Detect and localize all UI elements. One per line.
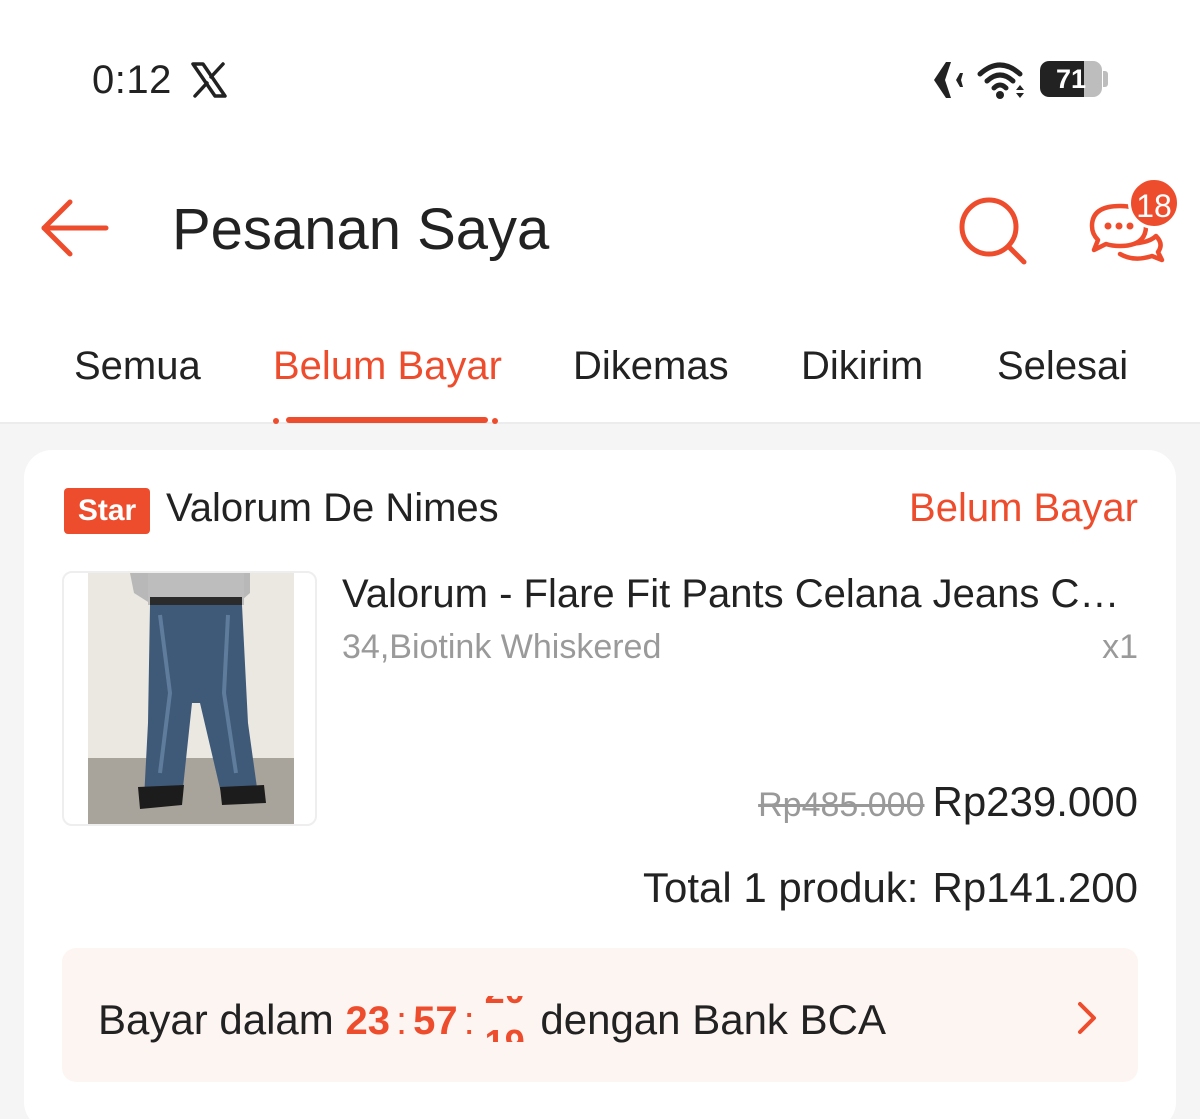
order-status: Belum Bayar bbox=[909, 486, 1138, 530]
chat-badge: 18 bbox=[1128, 177, 1180, 229]
price-original: Rp485.000 bbox=[758, 786, 925, 824]
back-arrow-icon[interactable] bbox=[38, 196, 110, 260]
chevron-right-icon[interactable] bbox=[1072, 998, 1100, 1038]
timer-seconds-prev: 20 bbox=[481, 996, 529, 1012]
timer-seconds: 2019 bbox=[481, 996, 529, 1042]
timer-seconds-next: 19 bbox=[481, 1022, 529, 1042]
timer-hours: 23 bbox=[345, 999, 390, 1043]
payment-timer: 23:57:2019 bbox=[345, 996, 529, 1043]
jeans-product-image bbox=[88, 573, 294, 824]
product-name[interactable]: Valorum - Flare Fit Pants Celana Jeans C… bbox=[342, 572, 1138, 617]
timer-separator: : bbox=[395, 999, 408, 1043]
total-label: Total 1 produk: bbox=[642, 864, 919, 911]
tab-dikirim[interactable]: Dikirim bbox=[801, 344, 923, 389]
payment-prefix: Bayar dalam bbox=[98, 996, 334, 1043]
page-title: Pesanan Saya bbox=[172, 197, 550, 262]
x-logo-icon bbox=[191, 62, 227, 98]
tab-indicator-dot bbox=[273, 418, 279, 424]
payment-suffix: dengan Bank BCA bbox=[540, 996, 886, 1043]
shop-name[interactable]: Valorum De Nimes bbox=[166, 486, 499, 531]
battery-level: 71 bbox=[1055, 64, 1087, 94]
price-current: Rp239.000 bbox=[932, 778, 1138, 825]
payment-countdown-text: Bayar dalam 23:57:2019 dengan Bank BCA bbox=[98, 996, 886, 1044]
battery-icon: 71 bbox=[1040, 61, 1102, 97]
total-value: Rp141.200 bbox=[932, 864, 1138, 911]
product-quantity: x1 bbox=[1102, 628, 1138, 666]
search-icon[interactable] bbox=[956, 194, 1030, 268]
tab-selesai[interactable]: Selesai bbox=[997, 344, 1128, 389]
timer-separator: : bbox=[463, 999, 475, 1043]
tab-belum-bayar[interactable]: Belum Bayar bbox=[273, 344, 502, 389]
tab-active-indicator bbox=[286, 417, 488, 423]
airplane-icon bbox=[918, 62, 963, 98]
battery-tip bbox=[1103, 71, 1108, 87]
order-total: Total 1 produk: Rp141.200 bbox=[643, 864, 1138, 912]
star-shop-badge: Star bbox=[64, 488, 150, 534]
wifi-icon bbox=[977, 62, 1024, 99]
tab-dikemas[interactable]: Dikemas bbox=[573, 344, 729, 389]
product-variant: 34,Biotink Whiskered bbox=[342, 628, 662, 666]
tab-indicator-dot bbox=[492, 418, 498, 424]
price-row: Rp485.000 Rp239.000 bbox=[758, 778, 1138, 826]
status-time: 0:12 bbox=[92, 58, 172, 102]
product-thumbnail[interactable] bbox=[62, 571, 317, 826]
timer-minutes: 57 bbox=[413, 999, 458, 1043]
tab-semua[interactable]: Semua bbox=[74, 344, 201, 389]
